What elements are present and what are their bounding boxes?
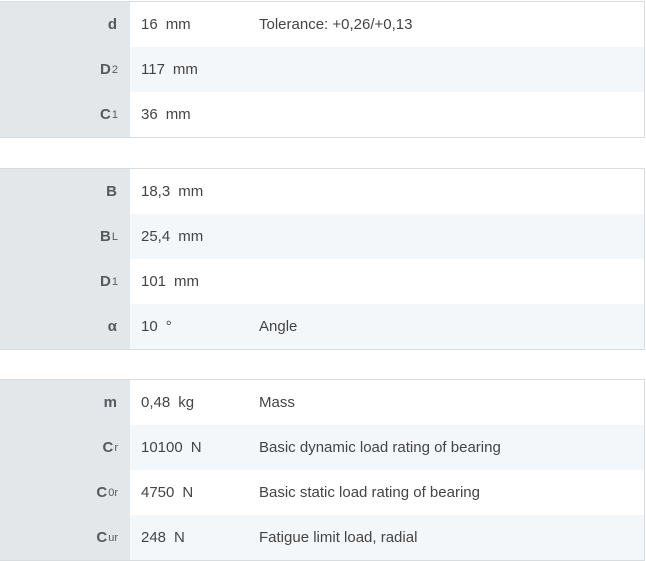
value-cell: 10 ° — [130, 304, 259, 349]
unit: mm — [178, 228, 204, 245]
description-cell — [259, 214, 644, 259]
value-cell: 248 N — [130, 515, 259, 560]
table-row: BL 25,4 mm — [0, 214, 644, 259]
symbol-cell: B — [0, 169, 130, 214]
symbol-cell: α — [0, 304, 130, 349]
unit: N — [182, 484, 194, 501]
description-cell — [259, 47, 644, 92]
symbol-cell: BL — [0, 214, 130, 259]
description-cell: Basic dynamic load rating of bearing — [259, 425, 644, 470]
symbol-cell: Cr — [0, 425, 130, 470]
description-cell — [259, 92, 644, 137]
symbol-cell: D2 — [0, 47, 130, 92]
table-row: m 0,48 kg Mass — [0, 380, 644, 425]
description-cell: Tolerance: +0,26/+0,13 — [259, 16, 413, 33]
value-cell: 36 mm — [130, 92, 259, 137]
value-cell: 25,4 mm — [130, 214, 259, 259]
calculation-group: m 0,48 kg Mass Cr 10100 N Basic dynamic lo… — [0, 379, 645, 561]
symbol-cell: C1 — [0, 92, 130, 137]
table-row: Cr 10100 N Basic dynamic load rating of b… — [0, 425, 644, 470]
table-row: C1 36 mm — [0, 92, 644, 137]
value: 0,48 — [141, 394, 171, 411]
table-row: α 10 ° Angle — [0, 304, 644, 349]
unit: mm — [174, 273, 200, 290]
value-cell: 0,48 kg — [130, 380, 259, 425]
value: 117 — [141, 61, 165, 78]
value: 248 — [141, 529, 167, 546]
symbol-cell: Cur — [0, 515, 130, 560]
dimensions-group: d 16 mm Tolerance: +0,26/+0,13 D2 117 mm C… — [0, 1, 645, 138]
table-row: d 16 mm Tolerance: +0,26/+0,13 — [0, 2, 644, 47]
table-row: Cur 248 N Fatigue limit load, radial — [0, 515, 644, 560]
description-cell: Basic static load rating of bearing — [259, 484, 480, 501]
abutment-group: B 18,3 mm BL 25,4 mm D1 101 mm α 10 ° Angle — [0, 168, 645, 350]
value: 4750 — [141, 484, 175, 501]
value-cell: 10100 N — [130, 425, 259, 470]
value-cell: 18,3 mm — [130, 169, 259, 214]
description-cell: Angle — [259, 304, 644, 349]
table-row: D1 101 mm — [0, 259, 644, 304]
value-cell: 16 mm — [130, 2, 259, 47]
unit: mm — [165, 106, 191, 123]
unit: mm — [172, 61, 198, 78]
value: 10100 — [141, 439, 183, 456]
description-cell — [259, 169, 644, 214]
unit: mm — [178, 183, 204, 200]
table-row: B 18,3 mm — [0, 169, 644, 214]
table-row: D2 117 mm — [0, 47, 644, 92]
symbol-cell: d — [0, 2, 130, 47]
value: 18,3 — [141, 183, 171, 200]
value-cell: 4750 N — [130, 470, 259, 515]
unit: mm — [165, 16, 191, 33]
value: 16 — [141, 16, 158, 33]
description-cell: Fatigue limit load, radial — [259, 515, 644, 560]
value-cell: 117 mm — [130, 47, 259, 92]
description-cell: Mass — [259, 394, 295, 411]
symbol-cell: D1 — [0, 259, 130, 304]
symbol-cell: C 0r — [0, 470, 130, 515]
value: 101 — [141, 273, 167, 290]
description-cell — [259, 259, 644, 304]
table-row: C 0r 4750 N Basic static load rating of be… — [0, 470, 644, 515]
unit: ° — [165, 318, 172, 335]
value: 10 — [141, 318, 158, 335]
unit: N — [190, 439, 202, 456]
symbol-cell: m — [0, 380, 130, 425]
value-cell: 101 mm — [130, 259, 259, 304]
unit: kg — [178, 394, 195, 411]
value: 25,4 — [141, 228, 171, 245]
value: 36 — [141, 106, 158, 123]
unit: N — [174, 529, 185, 546]
